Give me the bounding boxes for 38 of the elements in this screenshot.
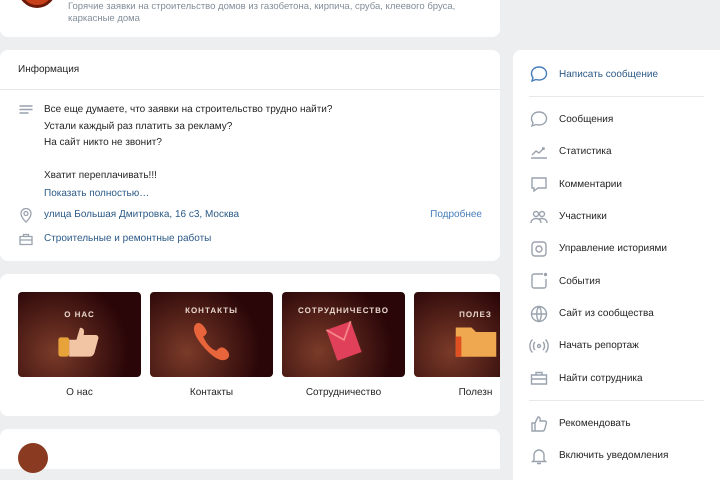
sidebar-item[interactable]: Участники bbox=[513, 200, 720, 233]
sidebar-item[interactable]: Рекомендовать bbox=[513, 407, 720, 440]
tile-caption: Сотрудничество bbox=[306, 386, 382, 398]
sidebar-item[interactable]: Статистика bbox=[513, 136, 720, 168]
sidebar-item[interactable]: Управление историями bbox=[513, 232, 720, 266]
tile-image-text: ПОЛЕЗ bbox=[459, 310, 492, 318]
section-title: Информация bbox=[0, 50, 500, 90]
menu-tile-image[interactable]: СОТРУДНИЧЕСТВО bbox=[282, 292, 405, 376]
sidebar-item[interactable]: События bbox=[513, 265, 720, 298]
tile-image-text: КОНТАКТЫ bbox=[185, 306, 238, 314]
chat-bubble-icon bbox=[529, 64, 549, 84]
tile-caption: Контакты bbox=[190, 386, 234, 398]
chat-bubble-icon bbox=[529, 109, 549, 130]
calendar-icon bbox=[529, 271, 549, 292]
sidebar-item[interactable]: Сайт из сообщества bbox=[513, 297, 720, 330]
thumb-icon bbox=[529, 414, 549, 434]
community-description: Горячие заявки на строительство домов из газобетона, кирпича, сруба, клеевого бруса, каркасные дома bbox=[68, 1, 456, 26]
sidebar-item[interactable]: Начать репортаж bbox=[513, 330, 720, 362]
sidebar-item[interactable]: Комментарии bbox=[513, 168, 720, 200]
menu-tile-image[interactable]: ПОЛЕЗ bbox=[414, 292, 500, 376]
description-text: Все еще думаете, что заявки на строительство трудно найти? Устали каждый раз платить за рекламу? На сайт никто не звонит? Хватит переплачивать!!! bbox=[44, 103, 332, 183]
menu-tile-image[interactable]: КОНТАКТЫ bbox=[150, 292, 273, 376]
avatar bbox=[18, 442, 48, 472]
address-link[interactable]: улица Большая Дмитровка, 16 с3, Москва bbox=[44, 209, 420, 220]
details-link[interactable]: Подробнее bbox=[430, 209, 482, 220]
globe-icon bbox=[529, 304, 549, 324]
location-pin-icon bbox=[18, 206, 34, 222]
tile-caption: О нас bbox=[66, 386, 93, 398]
category-link[interactable]: Строительные и ремонтные работы bbox=[44, 233, 212, 244]
show-more-link[interactable]: Показать полностью… bbox=[44, 188, 332, 198]
sidebar-item[interactable]: Включить уведомления bbox=[513, 440, 720, 472]
tile-caption: Полезн bbox=[458, 386, 492, 398]
sidebar-item[interactable]: Найти сотрудника bbox=[513, 362, 720, 394]
sidebar-item[interactable]: Сообщения bbox=[513, 103, 720, 136]
tile-image-text: О НАС bbox=[64, 310, 95, 318]
menu-tile-image[interactable]: О НАС bbox=[18, 292, 141, 376]
tile-image-text: СОТРУДНИЧЕСТВО bbox=[298, 306, 389, 314]
sidebar-item[interactable]: Написать сообщение bbox=[513, 58, 720, 90]
